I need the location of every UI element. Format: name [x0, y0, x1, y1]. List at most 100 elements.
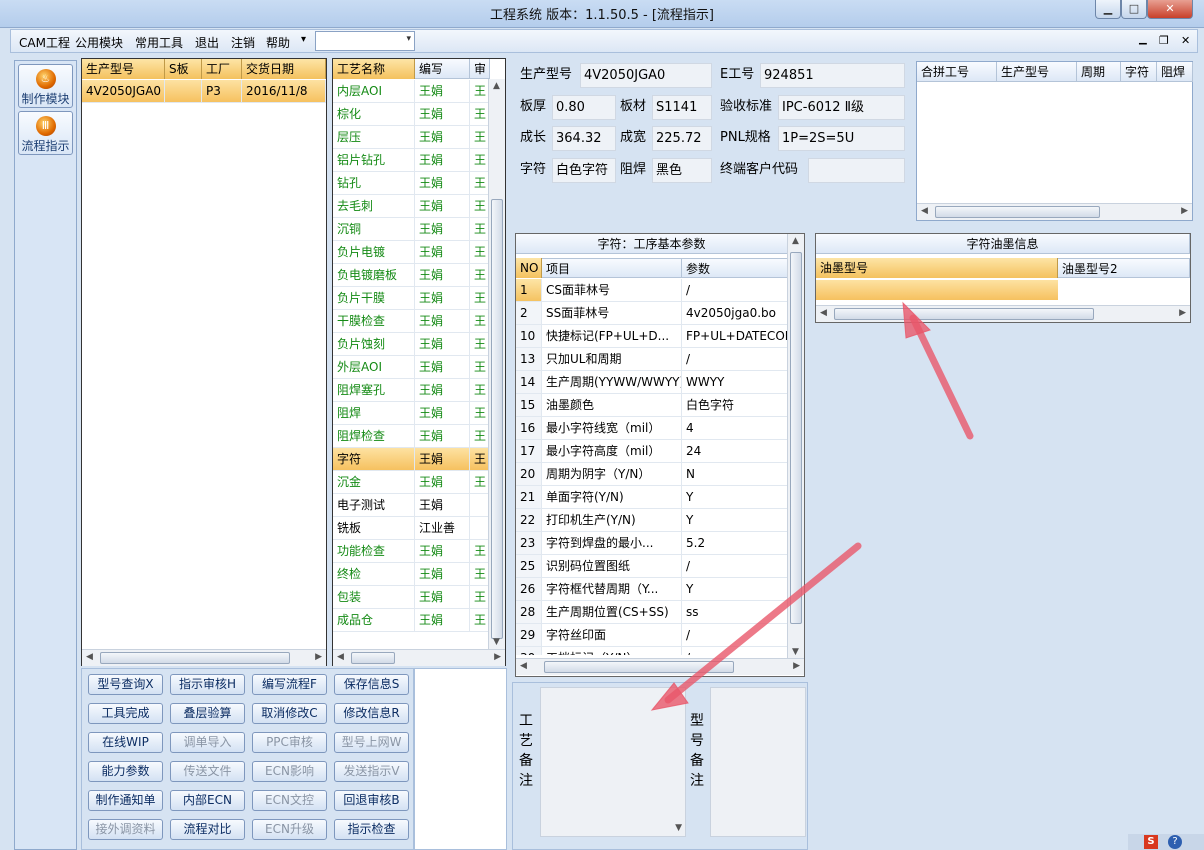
merge-hscroll[interactable]: ◀ ▶	[917, 203, 1192, 220]
col-param[interactable]: 参数	[682, 258, 788, 278]
menu-exit[interactable]: 退出	[195, 34, 219, 51]
col-factory[interactable]: 工厂	[202, 59, 242, 79]
table-row[interactable]: 负片干膜 王娟王	[333, 287, 488, 310]
table-row[interactable]: 包装 王娟王	[333, 586, 488, 609]
action-button[interactable]: 型号查询X	[88, 674, 163, 695]
action-button[interactable]: 在线WIP	[88, 732, 163, 753]
process-hscroll[interactable]: ◀ ▶	[333, 649, 505, 666]
table-row[interactable]: 负片蚀刻 王娟王	[333, 333, 488, 356]
table-row[interactable]: 17 最小字符高度（mil） 24	[516, 440, 788, 463]
table-row[interactable]: 14 生产周期(YYWW/WWYY) WWYY	[516, 371, 788, 394]
table-row[interactable]: 2 SS面菲林号 4v2050jga0.bo	[516, 302, 788, 325]
e-no-field[interactable]: 924851	[760, 63, 905, 88]
mdi-minimize-button[interactable]: ▁	[1139, 34, 1147, 45]
action-button[interactable]: 型号上网W	[334, 732, 409, 753]
process-note-field[interactable]: ▼	[540, 687, 686, 837]
params-vscroll[interactable]: ▲ ▼	[787, 234, 804, 659]
action-button[interactable]: 修改信息R	[334, 703, 409, 724]
help-icon[interactable]: ?	[1168, 835, 1182, 849]
table-row[interactable]: 去毛刺 王娟王	[333, 195, 488, 218]
nav-flow-indication[interactable]: Ⅲ 流程指示	[18, 111, 73, 155]
toolbar-combo[interactable]: ▾	[315, 31, 415, 51]
col-merge-model[interactable]: 生产型号	[997, 62, 1077, 82]
params-hscroll[interactable]: ◀ ▶	[516, 658, 804, 675]
table-row[interactable]: 30工档标记（Y/N）/	[516, 647, 788, 655]
action-button[interactable]: ECN影响	[252, 761, 327, 782]
pnl-field[interactable]: 1P=2S=5U	[778, 126, 905, 151]
s-icon[interactable]: S	[1144, 835, 1158, 849]
col-author[interactable]: 编写	[415, 59, 470, 79]
table-row[interactable]: 25 识别码位置图纸 /	[516, 555, 788, 578]
col-delivery-date[interactable]: 交货日期	[242, 59, 326, 79]
action-button[interactable]: 工具完成	[88, 703, 163, 724]
table-row[interactable]: 铣板 江业善	[333, 517, 488, 540]
table-row[interactable]: 功能检查 王娟王	[333, 540, 488, 563]
material-field[interactable]: S1141	[652, 95, 712, 120]
col-merge-char[interactable]: 字符	[1121, 62, 1157, 82]
ink-hscroll[interactable]: ◀ ▶	[816, 305, 1190, 322]
action-button[interactable]: 接外调资料	[88, 819, 163, 840]
menu-cam[interactable]: CAM工程	[19, 34, 70, 51]
table-row[interactable]: 铝片钻孔 王娟王	[333, 149, 488, 172]
prod-model-field[interactable]: 4V2050JGA0	[580, 63, 712, 88]
col-reviewer[interactable]: 审	[470, 59, 490, 79]
length-field[interactable]: 364.32	[552, 126, 616, 151]
action-button[interactable]: 传送文件	[170, 761, 245, 782]
standard-field[interactable]: IPC-6012 Ⅱ级	[778, 95, 905, 120]
menu-public-module[interactable]: 公用模块	[75, 34, 123, 51]
table-row[interactable]: 负电镀磨板 王娟王	[333, 264, 488, 287]
table-row[interactable]: 钻孔 王娟王	[333, 172, 488, 195]
action-button[interactable]: 内部ECN	[170, 790, 245, 811]
action-button[interactable]: ECN升级	[252, 819, 327, 840]
action-button[interactable]: 指示检查	[334, 819, 409, 840]
action-button[interactable]: 能力参数	[88, 761, 163, 782]
action-button[interactable]: 编写流程F	[252, 674, 327, 695]
table-row[interactable]: 20 周期为阴字（Y/N） N	[516, 463, 788, 486]
col-merge-no[interactable]: 合拼工号	[917, 62, 997, 82]
table-row[interactable]: 外层AOI 王娟王	[333, 356, 488, 379]
table-row[interactable]: 阻焊检查 王娟王	[333, 425, 488, 448]
table-row[interactable]: 4V2050JGA0 P3 2016/11/8	[82, 80, 326, 103]
action-button[interactable]: 流程对比	[170, 819, 245, 840]
table-row[interactable]: 15 油墨颜色 白色字符	[516, 394, 788, 417]
table-row[interactable]: 内层AOI 王娟王	[333, 80, 488, 103]
menu-overflow-icon[interactable]: ▾	[301, 34, 306, 45]
action-button[interactable]: 取消修改C	[252, 703, 327, 724]
table-row[interactable]: 干膜检查 王娟王	[333, 310, 488, 333]
table-row[interactable]: 23 字符到焊盘的最小... 5.2	[516, 532, 788, 555]
table-row[interactable]: 10快捷标记(FP+UL+D...FP+UL+DATECODE	[516, 325, 788, 348]
table-row[interactable]: 阻焊塞孔 王娟王	[333, 379, 488, 402]
action-button[interactable]: 制作通知单	[88, 790, 163, 811]
table-row[interactable]: 棕化 王娟王	[333, 103, 488, 126]
table-row[interactable]: 21 单面字符(Y/N) Y	[516, 486, 788, 509]
table-row[interactable]: 负片电镀 王娟王	[333, 241, 488, 264]
action-button[interactable]: 回退审核B	[334, 790, 409, 811]
table-row[interactable]: 电子测试 王娟	[333, 494, 488, 517]
table-row[interactable]: 1 CS面菲林号 /	[516, 279, 788, 302]
col-merge-mask[interactable]: 阻焊	[1157, 62, 1193, 82]
char-field[interactable]: 白色字符	[552, 158, 616, 183]
table-row[interactable]: 层压 王娟王	[333, 126, 488, 149]
menu-common-tools[interactable]: 常用工具	[135, 34, 183, 51]
table-row[interactable]: 28 生产周期位置(CS+SS) ss	[516, 601, 788, 624]
close-button[interactable]: ✕	[1147, 0, 1193, 19]
table-row[interactable]: 阻焊 王娟王	[333, 402, 488, 425]
table-row[interactable]: 16 最小字符线宽（mil） 4	[516, 417, 788, 440]
mdi-close-button[interactable]: ✕	[1181, 34, 1190, 47]
col-item[interactable]: 项目	[542, 258, 682, 278]
col-no[interactable]: NO	[516, 258, 542, 278]
table-row[interactable]: 沉金 王娟王	[333, 471, 488, 494]
mdi-restore-button[interactable]: ❐	[1159, 34, 1169, 47]
mask-field[interactable]: 黑色	[652, 158, 712, 183]
minimize-button[interactable]: ▁	[1095, 0, 1121, 19]
col-process-name[interactable]: 工艺名称	[333, 59, 415, 79]
table-row[interactable]: 沉铜 王娟王	[333, 218, 488, 241]
maximize-button[interactable]: □	[1121, 0, 1147, 19]
action-button[interactable]: 发送指示V	[334, 761, 409, 782]
table-row[interactable]: 29 字符丝印面 /	[516, 624, 788, 647]
action-button[interactable]: 指示审核H	[170, 674, 245, 695]
menu-logout[interactable]: 注销	[231, 34, 255, 51]
models-hscroll[interactable]: ◀ ▶	[82, 649, 326, 666]
thickness-field[interactable]: 0.80	[552, 95, 616, 120]
nav-make-module[interactable]: ♨ 制作模块	[18, 64, 73, 108]
